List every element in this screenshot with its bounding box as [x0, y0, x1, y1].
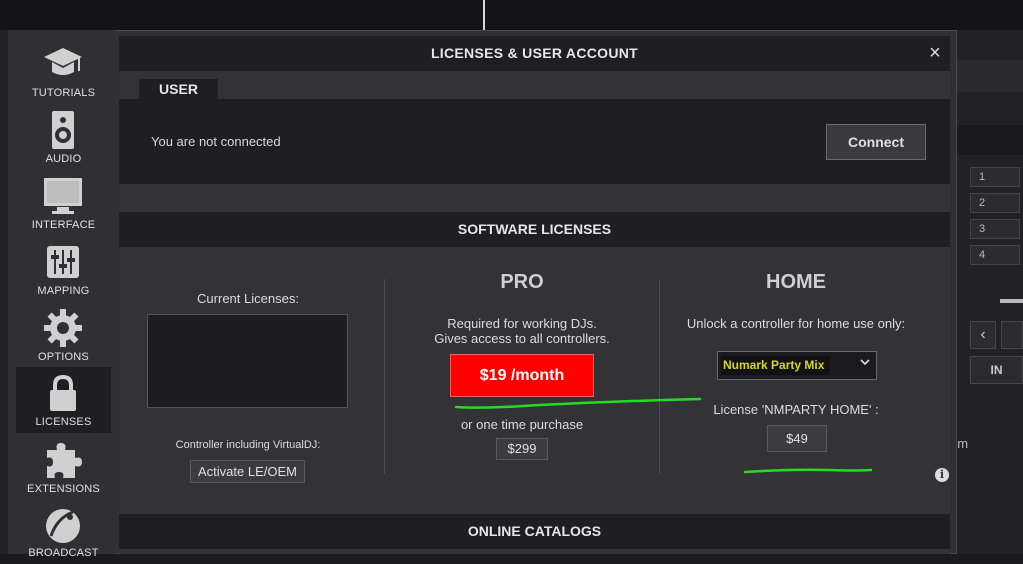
annotation-underline-pro: [454, 397, 702, 409]
annotation-overlay: [454, 397, 873, 474]
annotation-underline-home: [743, 468, 873, 474]
